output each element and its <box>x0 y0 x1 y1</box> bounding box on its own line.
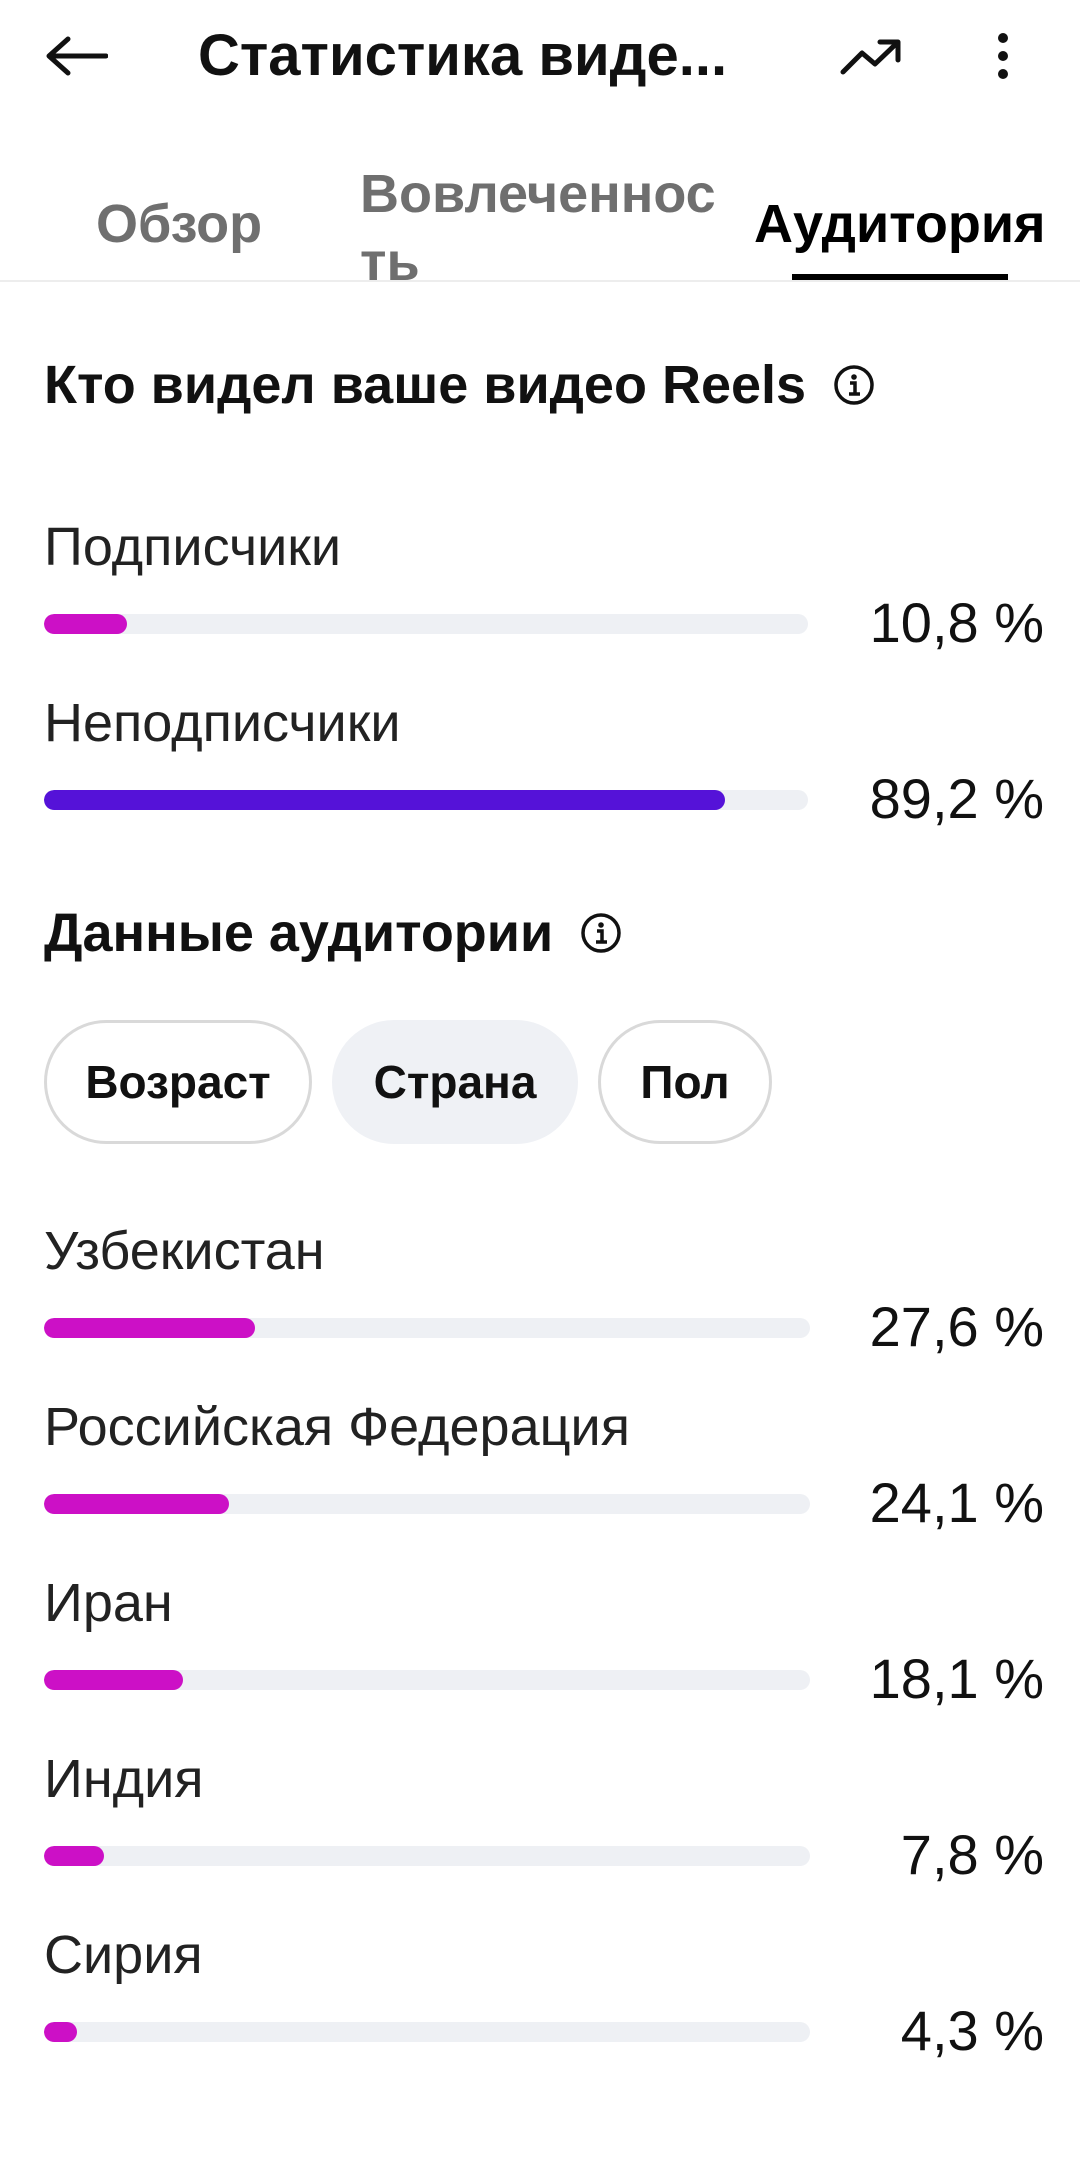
country-stat: Узбекистан 27,6 % <box>44 1216 1044 1358</box>
country-label: Индия <box>44 1749 204 1809</box>
insights-trend-button[interactable] <box>830 20 914 92</box>
progress-track <box>44 2022 810 2042</box>
progress-fill <box>44 2022 77 2042</box>
progress-track <box>44 790 808 810</box>
progress-fill <box>44 1670 183 1690</box>
audience-data-heading: Данные аудитории <box>44 898 623 968</box>
audience-data-title: Данные аудитории <box>44 903 554 963</box>
stat-value: 10,8 % <box>869 591 1044 654</box>
country-stat: Сирия 4,3 % <box>44 1920 1044 2062</box>
followers-stat: Подписчики 10,8 % <box>44 512 1044 654</box>
chip-country[interactable]: Страна <box>332 1020 578 1144</box>
progress-track <box>44 1318 810 1338</box>
progress-track <box>44 1670 810 1690</box>
country-value: 27,6 % <box>869 1295 1044 1358</box>
country-label: Сирия <box>44 1925 203 1985</box>
country-value: 4,3 % <box>900 1999 1044 2062</box>
progress-fill <box>44 790 726 810</box>
country-value: 18,1 % <box>869 1647 1044 1710</box>
info-icon[interactable] <box>579 911 623 955</box>
top-app-bar: Статистика виде... <box>0 0 1080 112</box>
page-title: Статистика виде... <box>198 23 728 88</box>
country-value: 24,1 % <box>869 1471 1044 1534</box>
progress-track <box>44 614 808 634</box>
audience-filter-chips: Возраст Страна Пол <box>44 1020 772 1146</box>
reels-viewers-heading: Кто видел ваше видео Reels <box>44 350 876 420</box>
country-label: Узбекистан <box>44 1221 325 1281</box>
reels-viewers-title: Кто видел ваше видео Reels <box>44 355 807 415</box>
more-options-button[interactable] <box>968 20 1038 92</box>
tab-engagement[interactable]: Вовлеченность <box>360 160 732 280</box>
tab-overview[interactable]: Обзор <box>96 190 262 258</box>
stat-label: Подписчики <box>44 517 342 577</box>
non-followers-stat: Неподписчики 89,2 % <box>44 688 1044 830</box>
chip-gender[interactable]: Пол <box>598 1020 772 1144</box>
progress-track <box>44 1846 810 1866</box>
more-vertical-icon <box>998 33 1008 79</box>
info-icon[interactable] <box>832 363 876 407</box>
chip-age[interactable]: Возраст <box>44 1020 312 1144</box>
country-stat: Иран 18,1 % <box>44 1568 1044 1710</box>
progress-track <box>44 1494 810 1514</box>
stat-label: Неподписчики <box>44 693 401 753</box>
progress-fill <box>44 1318 256 1338</box>
tab-audience[interactable]: Аудитория <box>754 190 1046 258</box>
country-label: Российская Федерация <box>44 1397 630 1457</box>
progress-fill <box>44 614 127 634</box>
stat-value: 89,2 % <box>869 767 1044 830</box>
progress-fill <box>44 1846 104 1866</box>
trending-up-icon <box>840 39 901 75</box>
active-tab-indicator <box>792 274 1008 280</box>
back-button[interactable] <box>36 20 116 92</box>
arrow-left-icon <box>46 36 108 76</box>
country-value: 7,8 % <box>900 1823 1044 1886</box>
progress-fill <box>44 1494 229 1514</box>
country-label: Иран <box>44 1573 173 1633</box>
tab-bar: Обзор Вовлеченность Аудитория <box>0 150 1080 282</box>
country-stat: Российская Федерация 24,1 % <box>44 1392 1044 1534</box>
country-stat: Индия 7,8 % <box>44 1744 1044 1886</box>
